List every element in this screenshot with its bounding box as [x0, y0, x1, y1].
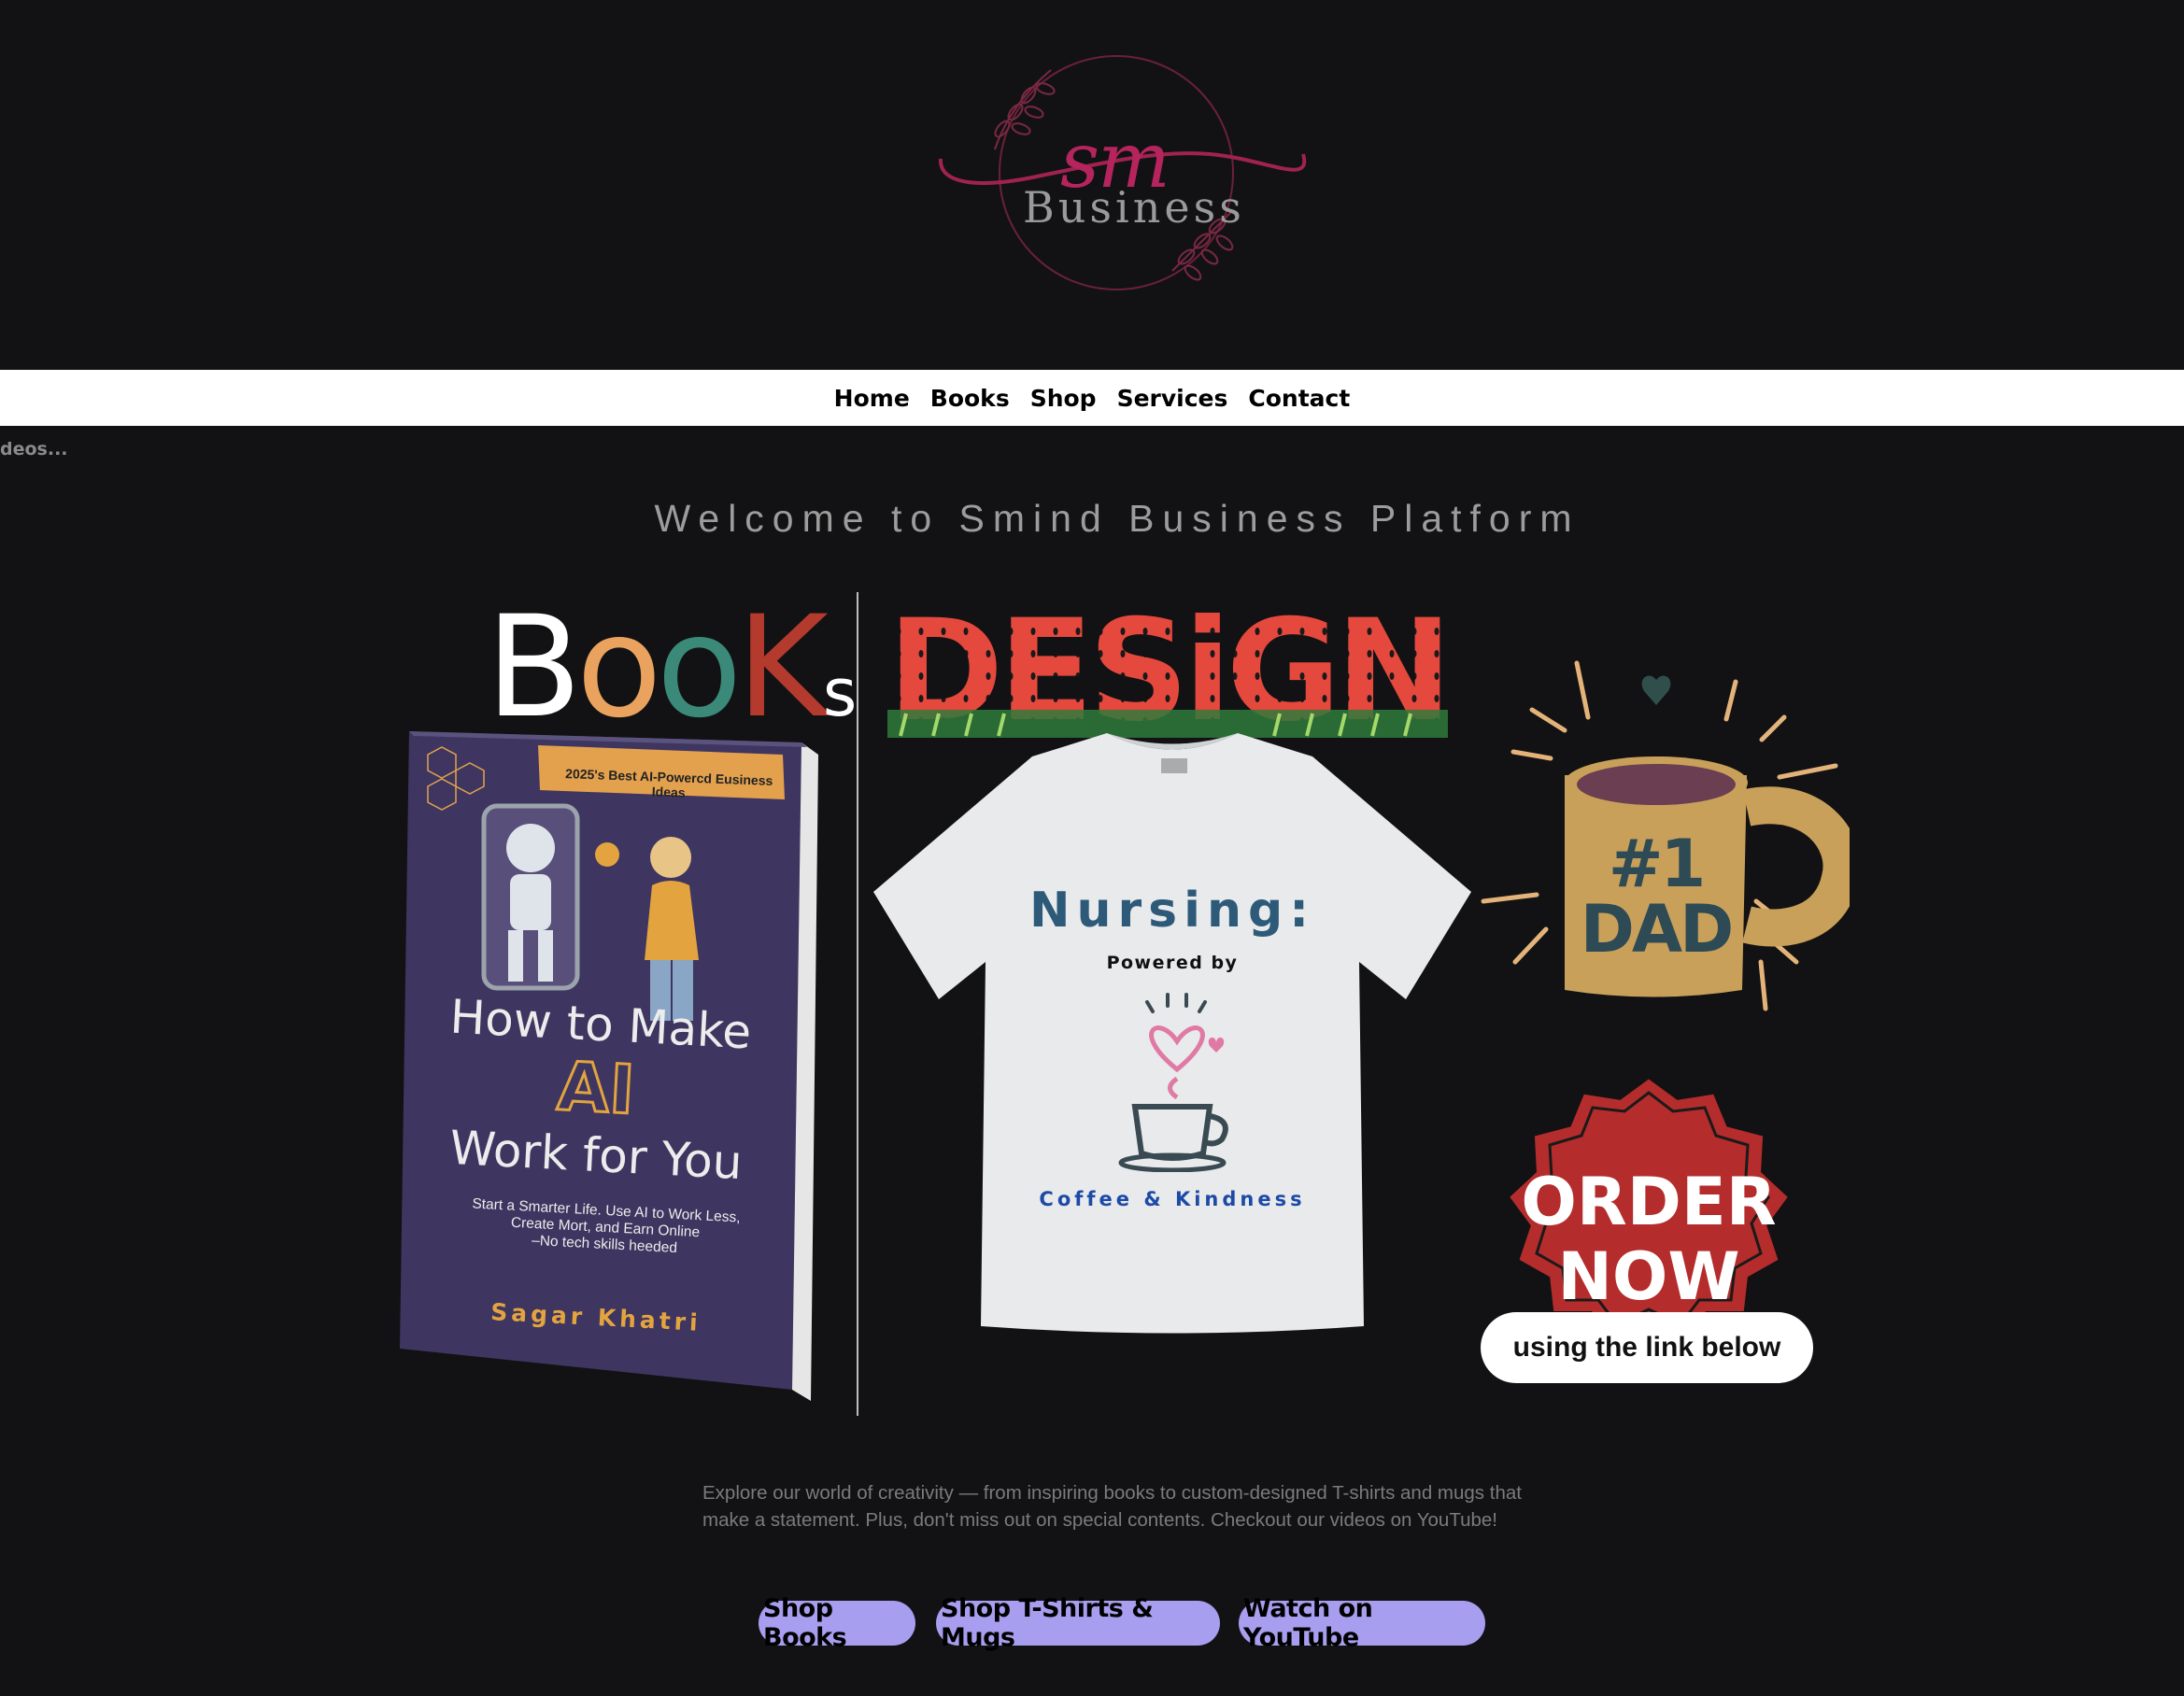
tshirt-powered: Powered by [1106, 953, 1239, 973]
nav-contact[interactable]: Contact [1248, 385, 1350, 412]
watch-youtube-button[interactable]: Watch on YouTube [1239, 1594, 1485, 1652]
nav-home[interactable]: Home [834, 385, 910, 412]
books-letter: o [656, 587, 743, 749]
site-logo[interactable]: sm Business [929, 47, 1322, 299]
mug-text: #1 DAD [1580, 826, 1734, 968]
mug-product[interactable]: #1 DAD [1476, 654, 1850, 1018]
books-letter: s [822, 655, 858, 731]
shop-books-button[interactable]: Shop Books [759, 1594, 915, 1652]
books-letter: B [486, 587, 582, 749]
vertical-divider [857, 592, 858, 1416]
tshirt-tagline: Coffee & Kindness [1039, 1188, 1306, 1210]
shop-tshirts-mugs-button[interactable]: Shop T-Shirts & Mugs [936, 1594, 1220, 1652]
welcome-heading: Welcome to Smind Business Platform [654, 497, 1581, 540]
book-cover[interactable]: 2025's Best AI-Powercd Eusiness Ideas Ho… [400, 727, 820, 1406]
order-now-text: ORDER NOW [1521, 1164, 1777, 1315]
site-header: sm Business [0, 0, 2184, 370]
books-letter: o [575, 587, 662, 749]
intro-paragraph: Explore our world of creativity — from i… [702, 1482, 1522, 1531]
tshirt-product[interactable]: Nursing: Powered by Coffee & Kindness [873, 728, 1471, 1336]
logo-wordmark: Business [1023, 182, 1245, 233]
marquee-ticker: deos... [0, 439, 68, 459]
nav-books[interactable]: Books [930, 385, 1010, 412]
main-nav: Home Books Shop Services Contact [0, 370, 2184, 426]
nav-shop[interactable]: Shop [1030, 385, 1097, 412]
books-banner: BooKs [486, 587, 858, 749]
coffee-cup-icon [1118, 993, 1228, 1172]
nav-services[interactable]: Services [1117, 385, 1228, 412]
books-letter: K [736, 587, 828, 749]
order-link-pill: using the link below [1481, 1312, 1813, 1383]
tshirt-headline: Nursing: [1029, 883, 1315, 939]
